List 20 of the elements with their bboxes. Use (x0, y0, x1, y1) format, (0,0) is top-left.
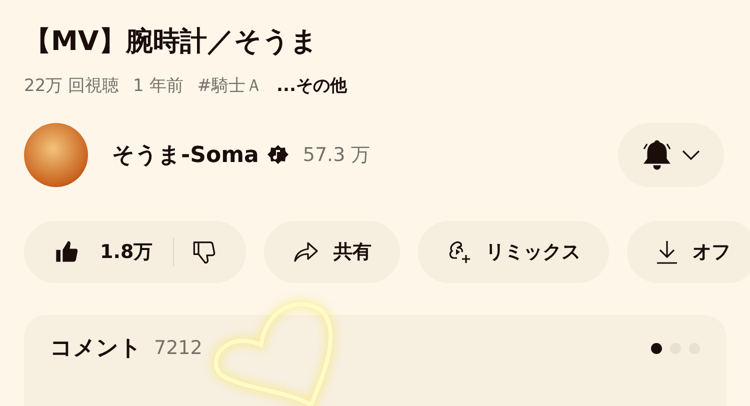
download-icon (654, 239, 679, 265)
video-title: 【MV】腕時計／そうま (24, 25, 319, 59)
thumbs-up-icon (54, 239, 80, 265)
channel-name[interactable]: そうま-Soma (112, 140, 259, 170)
subscriber-count: 57.3 万 (302, 143, 370, 168)
video-meta: 1 年前 (133, 75, 184, 97)
video-meta: 22万 回視聴 (24, 75, 120, 97)
share-button[interactable]: 共有 (264, 221, 400, 283)
video-meta: #騎士Ａ (197, 75, 263, 97)
comments-card[interactable]: コメント 7212 (24, 315, 726, 406)
bell-icon (642, 139, 672, 171)
share-arrow-icon (292, 240, 320, 264)
download-button[interactable]: オフ (626, 221, 750, 283)
chevron-down-icon (682, 150, 700, 160)
thumbs-down-icon (192, 239, 218, 265)
comment-count: 7212 (154, 337, 202, 359)
comments-title: コメント (50, 335, 142, 363)
like-button[interactable]: 1.8万 (24, 221, 173, 283)
remix-button[interactable]: リミックス (418, 221, 609, 283)
more-link[interactable]: ...その他 (276, 74, 347, 97)
